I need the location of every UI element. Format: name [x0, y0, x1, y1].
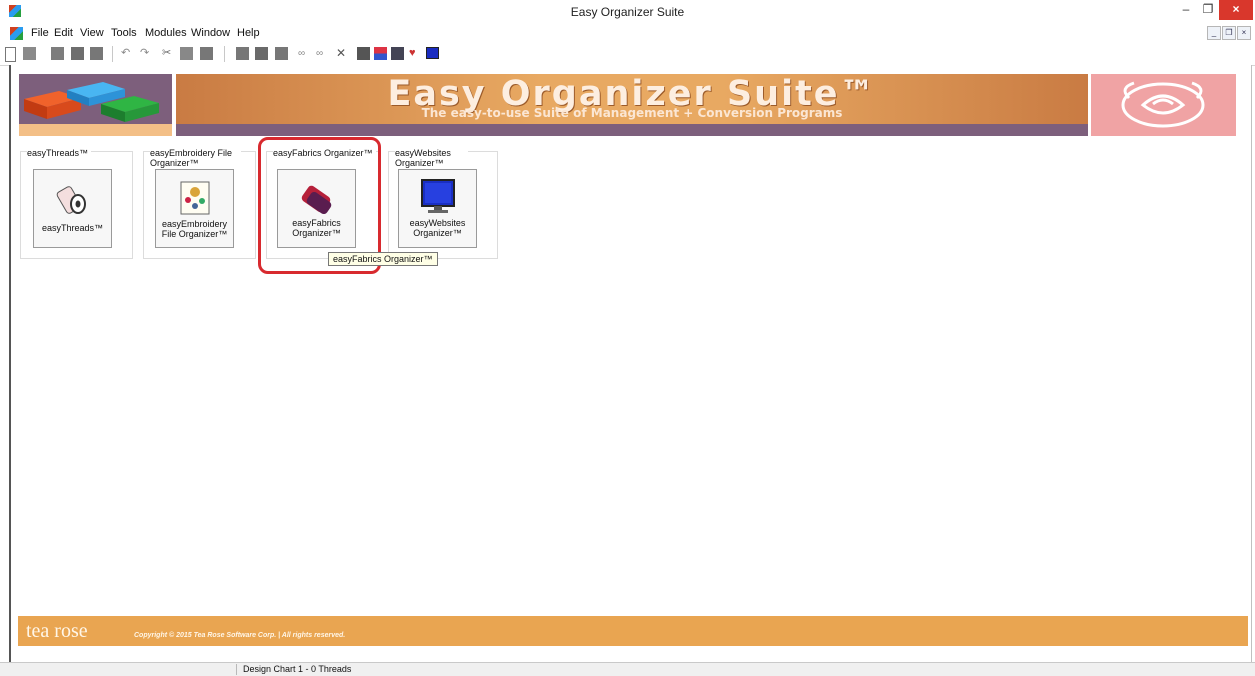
module-icon[interactable] — [275, 47, 288, 60]
undo-icon[interactable]: ↶ — [121, 47, 134, 60]
group-title: easyThreads™ — [27, 148, 92, 158]
mdi-restore-button[interactable]: ❐ — [1222, 26, 1236, 40]
menu-modules[interactable]: Modules — [145, 27, 187, 39]
cut-icon[interactable]: ✂ — [162, 47, 175, 60]
group-title: easyEmbroidery File Organizer™ — [150, 148, 241, 168]
banner-rose-panel — [1091, 74, 1236, 136]
embroidery-icon — [180, 181, 209, 215]
title-bar: Easy Organizer Suite – ❐ × — [0, 0, 1255, 24]
banner-subtitle: The easy-to-use Suite of Management + Co… — [421, 106, 843, 120]
print-icon[interactable] — [90, 47, 103, 60]
monitor-icon — [420, 179, 455, 213]
menu-view[interactable]: View — [80, 27, 104, 39]
paste-icon[interactable] — [200, 47, 213, 60]
status-pane — [3, 664, 235, 675]
minimize-button[interactable]: – — [1175, 0, 1197, 20]
heart-icon[interactable]: ♥ — [409, 47, 422, 60]
module-group-websites: easyWebsites Organizer™ easyWebsites Org… — [388, 148, 498, 259]
rose-logo-icon — [1121, 81, 1205, 128]
footer-banner: tea rose Copyright © 2015 Tea Rose Softw… — [18, 616, 1248, 646]
design-icon[interactable] — [357, 47, 370, 60]
banner-left-strip — [19, 124, 172, 136]
save-icon[interactable] — [51, 47, 64, 60]
copy-icon[interactable] — [180, 47, 193, 60]
print-preview-icon[interactable] — [71, 47, 84, 60]
menu-file[interactable]: File — [31, 27, 49, 39]
tea-rose-logo: tea rose — [26, 620, 88, 642]
thread-spool-icon — [56, 186, 86, 214]
module-group-threads: easyThreads™ easyThreads™ — [20, 148, 133, 259]
chart-icon[interactable] — [391, 47, 404, 60]
document-system-icon[interactable] — [10, 27, 23, 40]
button-label: easyThreads™ — [41, 223, 104, 233]
menu-edit[interactable]: Edit — [54, 27, 73, 39]
link-icon[interactable]: ∞ — [316, 47, 329, 60]
easy-threads-button[interactable]: easyThreads™ — [33, 169, 112, 248]
mdi-minimize-button[interactable]: _ — [1207, 26, 1221, 40]
blocks-logo-icon — [24, 82, 159, 122]
restore-button[interactable]: ❐ — [1197, 0, 1219, 20]
mdi-close-button[interactable]: × — [1237, 26, 1251, 40]
module-group-embroidery: easyEmbroidery File Organizer™ easyEmbro… — [143, 148, 256, 259]
tooltip: easyFabrics Organizer™ — [328, 252, 438, 266]
group-title: easyWebsites Organizer™ — [395, 148, 468, 168]
link-icon[interactable]: ∞ — [298, 47, 311, 60]
copyright-text: Copyright © 2015 Tea Rose Software Corp.… — [134, 632, 346, 639]
menu-window[interactable]: Window — [191, 27, 230, 39]
monitor-icon[interactable] — [426, 47, 439, 59]
menu-bar: File Edit View Tools Modules Window Help… — [0, 24, 1255, 43]
easy-embroidery-button[interactable]: easyEmbroidery File Organizer™ — [155, 169, 234, 248]
button-label: easyWebsites Organizer™ — [409, 218, 466, 238]
easy-websites-button[interactable]: easyWebsites Organizer™ — [398, 169, 477, 248]
redo-icon[interactable]: ↷ — [140, 47, 153, 60]
open-icon[interactable] — [23, 47, 36, 60]
module-icon[interactable] — [255, 47, 268, 60]
window-title: Easy Organizer Suite — [570, 5, 685, 19]
toolbar-separator — [224, 46, 225, 62]
module-icon[interactable] — [236, 47, 249, 60]
toolbar-separator — [112, 46, 113, 62]
banner-strip — [176, 124, 1088, 136]
close-button[interactable]: × — [1219, 0, 1253, 20]
menu-tools[interactable]: Tools — [111, 27, 137, 39]
mdi-controls: _ ❐ × — [1207, 26, 1251, 40]
new-icon[interactable] — [5, 47, 16, 62]
toolbar: ↶ ↷ ✂ ∞ ∞ ✕ ♥ — [0, 43, 1255, 66]
delete-icon[interactable]: ✕ — [336, 47, 349, 60]
menu-help[interactable]: Help — [237, 27, 260, 39]
status-bar: Design Chart 1 - 0 Threads — [0, 662, 1255, 676]
design-icon[interactable] — [374, 47, 387, 60]
button-label: easyEmbroidery File Organizer™ — [161, 219, 228, 239]
status-pane-design-chart: Design Chart 1 - 0 Threads — [236, 664, 443, 675]
